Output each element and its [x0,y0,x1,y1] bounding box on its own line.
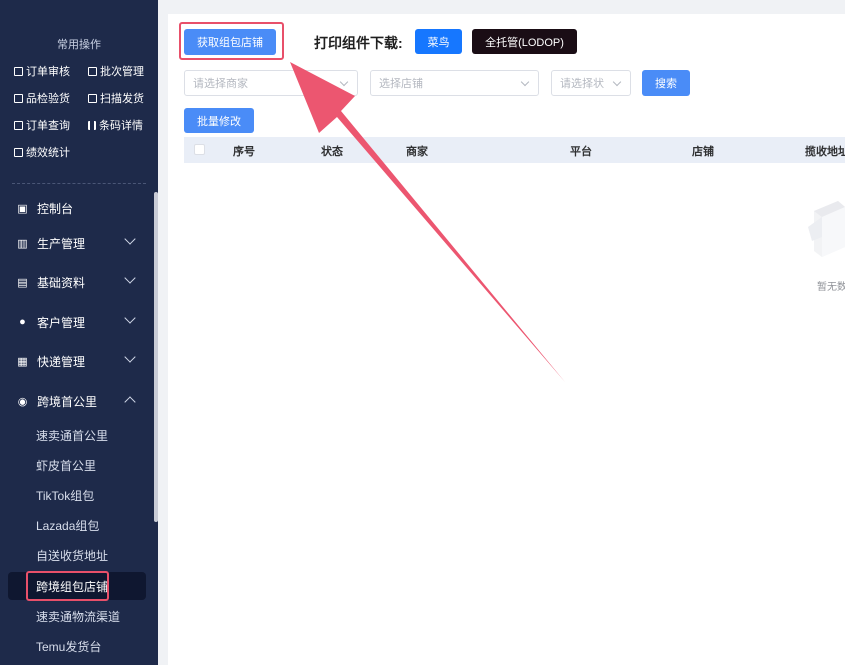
scan-icon [88,93,97,103]
calendar-icon: ▦ [17,355,28,368]
chevron-up-icon [124,396,136,408]
search-doc-icon [14,120,23,130]
chevron-down-icon [520,77,530,87]
quick-barcode-detail[interactable]: 条码详情 [88,117,143,133]
sidebar-item-dashboard[interactable]: ▣ 控制台 [0,193,154,223]
print-component-label: 打印组件下载: [314,35,403,51]
store-select[interactable]: 选择店铺 [370,70,539,96]
chart-icon [14,147,23,157]
sidebar-item-production[interactable]: ▥ 生产管理 [0,228,154,258]
checkbox-icon [14,66,23,76]
sidebar-sub-aliexpress-logistics[interactable]: 速卖通物流渠道 [0,602,154,630]
barcode-icon [88,120,96,130]
status-select[interactable]: 请选择状 [551,70,631,96]
chevron-down-icon [124,351,136,363]
empty-box-icon [808,201,845,257]
empty-state-text: 暂无数据 [817,282,845,293]
column-header-pickup-address: 揽收地址 [805,146,845,158]
quick-actions-title: 常用操作 [57,39,101,51]
sidebar-sub-aliexpress-first-mile[interactable]: 速卖通首公里 [0,421,154,449]
quick-order-query[interactable]: 订单查询 [14,117,70,133]
chevron-down-icon [124,233,136,245]
lodop-download-button[interactable]: 全托管(LODOP) [472,29,577,54]
highlight-box-sidebar-store [26,571,109,601]
quick-scan-ship[interactable]: 扫描发货 [88,90,144,106]
column-header-platform: 平台 [570,146,592,158]
main-area [158,0,845,665]
globe-icon: ◉ [17,395,28,408]
sidebar-sub-tiktok-package[interactable]: TikTok组包 [0,481,154,509]
sidebar-sub-temu-shipping[interactable]: Temu发货台 [0,632,154,660]
column-header-status: 状态 [321,146,343,158]
sidebar-sub-lazada-package[interactable]: Lazada组包 [0,511,154,539]
customer-icon: ● [19,316,26,328]
sidebar-sub-self-delivery-address[interactable]: 自送收货地址 [0,541,154,569]
merchant-select[interactable]: 请选择商家 [184,70,358,96]
chevron-down-icon [339,77,349,87]
inspect-icon [14,93,23,103]
sidebar-item-cross-border[interactable]: ◉ 跨境首公里 [0,386,154,416]
sidebar-item-basic-data[interactable]: ▤ 基础资料 [0,267,154,297]
cainiao-download-button[interactable]: 菜鸟 [415,29,462,54]
column-header-store: 店铺 [692,146,714,158]
quick-order-review[interactable]: 订单审核 [14,63,70,79]
column-header-merchant: 商家 [406,146,428,158]
sidebar-sub-shopee-first-mile[interactable]: 虾皮首公里 [0,451,154,479]
chevron-down-icon [124,272,136,284]
batch-edit-button[interactable]: 批量修改 [184,108,254,133]
highlight-box-fetch-store [179,22,284,60]
dashboard-icon: ▣ [17,202,28,215]
sidebar-item-customer[interactable]: ● 客户管理 [0,307,154,337]
quick-performance-stats[interactable]: 绩效统计 [14,144,70,160]
sidebar-item-express[interactable]: ▦ 快递管理 [0,346,154,376]
table-header: 序号 状态 商家 平台 店铺 揽收地址 [184,137,845,163]
database-icon: ▤ [17,276,28,289]
batch-icon [88,66,97,76]
quick-quality-inspect[interactable]: 品检验货 [14,90,70,106]
quick-batch-manage[interactable]: 批次管理 [88,63,144,79]
chevron-down-icon [124,312,136,324]
sidebar: 常用操作 订单审核 批次管理 品检验货 扫描发货 订单查询 条码详情 绩效统计 … [0,0,158,665]
search-button[interactable]: 搜索 [642,70,690,96]
content-panel [168,14,845,665]
sidebar-divider [12,183,146,184]
chevron-down-icon [612,77,622,87]
production-icon: ▥ [17,237,28,250]
column-header-index: 序号 [233,146,255,158]
select-all-checkbox[interactable] [194,144,205,155]
